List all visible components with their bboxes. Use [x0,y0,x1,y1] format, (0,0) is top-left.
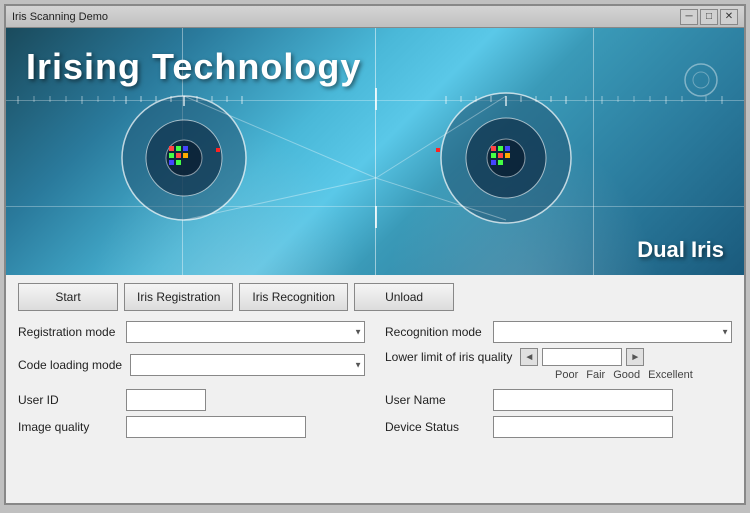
start-button[interactable]: Start [18,283,118,311]
quality-decrease-button[interactable]: ◄ [520,348,538,366]
image-quality-input[interactable] [126,416,306,438]
quality-increase-button[interactable]: ► [626,348,644,366]
title-bar: Iris Scanning Demo ─ □ ✕ [6,6,744,28]
main-window: Iris Scanning Demo ─ □ ✕ [4,4,746,505]
bottom-rows: User ID User Name Image quality Device S… [18,389,732,438]
title-buttons: ─ □ ✕ [680,9,738,25]
code-loading-mode-select-wrapper [130,354,365,376]
user-id-input[interactable] [126,389,206,411]
minimize-button[interactable]: ─ [680,9,698,25]
registration-mode-select[interactable] [126,321,365,343]
image-quality-row: Image quality [18,416,365,438]
iris-registration-button[interactable]: Iris Registration [124,283,233,311]
close-button[interactable]: ✕ [720,9,738,25]
device-status-input[interactable] [493,416,673,438]
user-name-row: User Name [385,389,732,411]
registration-mode-label: Registration mode [18,325,118,339]
registration-mode-select-wrapper [126,321,365,343]
iris-recognition-button[interactable]: Iris Recognition [239,283,348,311]
recognition-mode-label: Recognition mode [385,325,485,339]
quality-slider-track[interactable] [542,348,622,366]
button-row: Start Iris Registration Iris Recognition… [18,283,732,311]
user-id-label: User ID [18,393,118,407]
banner: Irising Technology Dual Iris [6,28,744,275]
dual-iris-label: Dual Iris [637,237,724,263]
user-id-row: User ID [18,389,365,411]
user-name-label: User Name [385,393,485,407]
quality-excellent-label: Excellent [648,369,693,381]
recognition-mode-select-wrapper [493,321,732,343]
image-quality-label: Image quality [18,420,118,434]
quality-good-label: Good [613,369,640,381]
restore-button[interactable]: □ [700,9,718,25]
device-status-label: Device Status [385,420,485,434]
iris-quality-row: Lower limit of iris quality ◄ ► [385,348,732,366]
code-loading-mode-row: Code loading mode [18,348,365,381]
quality-fair-label: Fair [586,369,605,381]
iris-quality-label: Lower limit of iris quality [385,350,512,364]
banner-title: Irising Technology [26,46,361,88]
user-name-input[interactable] [493,389,673,411]
quality-labels-row: Poor Fair Good Excellent [555,369,732,381]
iris-quality-section: Lower limit of iris quality ◄ ► Poor Fai… [385,348,732,381]
recognition-mode-row: Recognition mode [385,321,732,343]
device-status-row: Device Status [385,416,732,438]
recognition-mode-select[interactable] [493,321,732,343]
code-loading-mode-label: Code loading mode [18,358,122,372]
controls-area: Start Iris Registration Iris Recognition… [6,275,744,503]
registration-mode-row: Registration mode [18,321,365,343]
quality-poor-label: Poor [555,369,578,381]
window-title: Iris Scanning Demo [12,11,108,23]
form-grid: Registration mode Recognition mode [18,321,732,381]
code-loading-mode-select[interactable] [130,354,365,376]
quality-slider-wrapper: ◄ ► [520,348,644,366]
unload-button[interactable]: Unload [354,283,454,311]
